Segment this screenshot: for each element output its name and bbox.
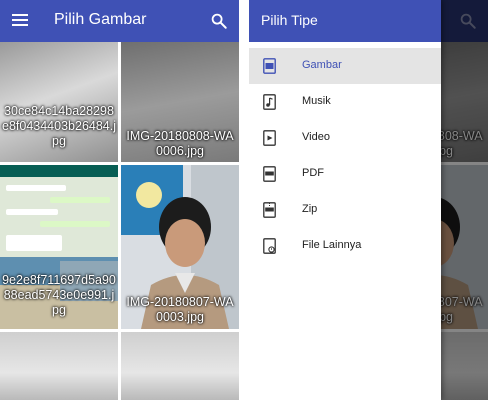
menu-icon[interactable] — [12, 13, 28, 27]
file-type-label: PDF — [302, 167, 324, 179]
image-picker-screen: Pilih Gambar 30ce84c14ba28298e8f0434403b… — [0, 0, 239, 400]
type-picker-screen: IMG-20180808-WA0006.jpg IMG-20180807-WA0… — [249, 0, 488, 400]
pdf-file-icon — [263, 166, 276, 182]
app-bar: Pilih Gambar — [0, 0, 239, 42]
file-type-list: Gambar Musik Video PDF Zip File Lainnya — [249, 48, 441, 264]
file-type-pdf[interactable]: PDF — [249, 156, 441, 192]
image-tile[interactable] — [121, 332, 239, 400]
video-file-icon — [263, 130, 276, 146]
drawer-header: Pilih Tipe — [249, 0, 441, 42]
file-type-label: Zip — [302, 203, 318, 215]
image-filename: 30ce84c14ba28298e8f0434403b26484.jpg — [2, 104, 117, 148]
image-tile[interactable]: 9e2e8f711697d5a9088ead5743e0e991.jpg — [0, 165, 118, 329]
image-tile[interactable] — [0, 332, 118, 400]
file-type-file-lainnya[interactable]: File Lainnya — [249, 228, 441, 264]
search-icon[interactable] — [210, 12, 228, 30]
music-file-icon — [263, 94, 276, 110]
other-file-icon — [263, 238, 276, 254]
file-type-gambar[interactable]: Gambar — [249, 48, 441, 84]
drawer-title: Pilih Tipe — [261, 12, 318, 28]
document-photo-thumbnail — [121, 332, 239, 400]
image-filename: 9e2e8f711697d5a9088ead5743e0e991.jpg — [2, 273, 116, 317]
document-photo-thumbnail — [0, 332, 118, 400]
image-filename: IMG-20180807-WA0003.jpg — [126, 295, 234, 324]
image-tile[interactable]: IMG-20180808-WA0006.jpg — [121, 42, 239, 162]
zip-file-icon — [263, 202, 276, 218]
image-grid: 30ce84c14ba28298e8f0434403b26484.jpg IMG… — [0, 42, 239, 400]
file-type-label: Video — [302, 131, 330, 143]
file-type-label: Gambar — [302, 59, 342, 71]
file-type-label: File Lainnya — [302, 239, 362, 251]
file-type-video[interactable]: Video — [249, 120, 441, 156]
image-tile[interactable]: 30ce84c14ba28298e8f0434403b26484.jpg — [0, 42, 118, 162]
navigation-drawer: Pilih Tipe Gambar Musik Video PDF Zip Fi… — [249, 0, 441, 400]
file-type-zip[interactable]: Zip — [249, 192, 441, 228]
file-type-musik[interactable]: Musik — [249, 84, 441, 120]
page-title: Pilih Gambar — [54, 11, 147, 28]
image-file-icon — [263, 58, 276, 74]
image-filename: IMG-20180808-WA0006.jpg — [126, 129, 234, 158]
image-tile[interactable]: IMG-20180807-WA0003.jpg — [121, 165, 239, 329]
file-type-label: Musik — [302, 95, 331, 107]
